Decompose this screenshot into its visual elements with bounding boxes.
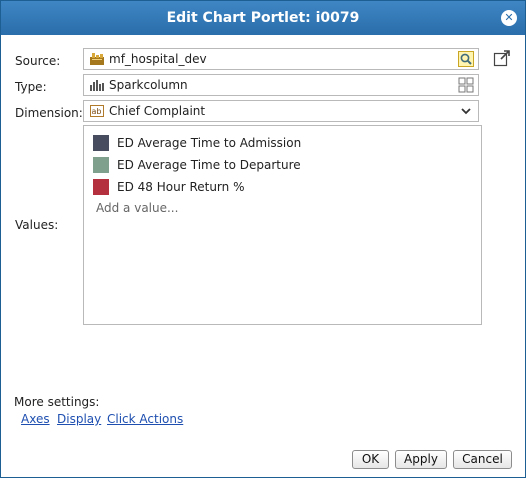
type-value: Sparkcolumn [109, 78, 188, 92]
sparkcolumn-chart-icon [90, 80, 104, 91]
value-label: ED Average Time to Departure [117, 158, 301, 172]
color-swatch [93, 179, 109, 195]
popout-icon[interactable] [493, 49, 511, 67]
source-label: Source: [15, 54, 61, 68]
value-label: ED 48 Hour Return % [117, 180, 245, 194]
source-field[interactable]: mf_hospital_dev [83, 48, 479, 70]
dimension-label: Dimension: [15, 106, 83, 120]
text-field-icon: ab [90, 105, 104, 117]
close-icon[interactable]: ✕ [501, 10, 517, 26]
add-value-input[interactable]: Add a value... [96, 201, 178, 215]
svg-text:ab: ab [92, 107, 102, 116]
more-settings-label: More settings: [14, 395, 100, 409]
color-swatch [93, 157, 109, 173]
click-actions-link[interactable]: Click Actions [107, 412, 183, 426]
ok-button[interactable]: OK [352, 450, 389, 469]
dialog-title: Edit Chart Portlet: i0079 [166, 10, 360, 26]
type-label: Type: [15, 80, 47, 94]
values-list[interactable]: ED Average Time to Admission ED Average … [83, 125, 482, 325]
values-label: Values: [15, 218, 59, 232]
axes-link[interactable]: Axes [21, 412, 50, 426]
dialog-titlebar[interactable]: Edit Chart Portlet: i0079 ✕ [1, 1, 525, 35]
display-link[interactable]: Display [57, 412, 101, 426]
apply-button[interactable]: Apply [395, 450, 447, 469]
color-swatch [93, 135, 109, 151]
type-field[interactable]: Sparkcolumn [83, 74, 479, 96]
dimension-select[interactable]: ab Chief Complaint [83, 100, 479, 122]
edit-chart-portlet-dialog: Edit Chart Portlet: i0079 ✕ Source: mf_h… [0, 0, 526, 478]
source-value: mf_hospital_dev [109, 52, 207, 66]
chevron-down-icon[interactable] [458, 103, 474, 119]
dimension-value: Chief Complaint [109, 104, 206, 118]
cancel-button[interactable]: Cancel [453, 450, 512, 469]
value-label: ED Average Time to Admission [117, 136, 302, 150]
search-icon[interactable] [458, 51, 474, 67]
database-icon [90, 53, 104, 65]
grid-icon[interactable] [458, 77, 474, 93]
